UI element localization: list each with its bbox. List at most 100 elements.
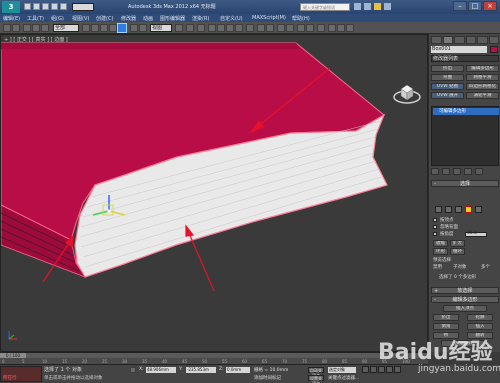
close-button[interactable]: × xyxy=(483,1,497,11)
modifier-quadify-button[interactable]: 四边形网格化 xyxy=(466,83,499,90)
preview-multi-radio[interactable]: 多个 xyxy=(481,264,490,270)
redo-icon[interactable] xyxy=(12,24,20,32)
percent-snap-icon[interactable] xyxy=(226,24,234,32)
graphite-toggle-icon[interactable] xyxy=(286,24,294,32)
menu-group[interactable]: 组(G) xyxy=(51,15,64,22)
grow-button[interactable]: 扩大 xyxy=(450,240,465,247)
render-production-icon[interactable] xyxy=(346,24,354,32)
hierarchy-tab-icon[interactable] xyxy=(454,36,465,44)
mirror-icon[interactable] xyxy=(257,24,265,32)
x-coordinate-field[interactable]: 48.906mm xyxy=(146,367,176,373)
goto-start-icon[interactable] xyxy=(362,366,369,373)
ring-button[interactable]: 环形 xyxy=(433,248,448,255)
object-name-field[interactable]: Box001 xyxy=(431,46,487,53)
reference-coordinate-dropdown[interactable]: 视图 xyxy=(150,24,172,32)
save-file-icon[interactable] xyxy=(42,3,49,10)
render-setup-icon[interactable] xyxy=(328,24,336,32)
auto-key-button[interactable]: 自动关键点 xyxy=(308,367,324,378)
by-angle-checkbox[interactable] xyxy=(433,232,437,236)
spinner-snap-icon[interactable] xyxy=(235,24,243,32)
perspective-viewport[interactable]: + ] [ 正交 ] [ 真实 ] [ 边面 ] xyxy=(0,34,428,352)
element-mode-icon[interactable] xyxy=(475,206,482,213)
stack-item-editable-poly[interactable]: 可编辑多边形 xyxy=(433,108,499,115)
previous-frame-icon[interactable] xyxy=(370,366,377,373)
ignore-backfacing-checkbox[interactable] xyxy=(433,225,437,229)
key-filters-button[interactable]: 关键点过滤器... xyxy=(328,375,359,381)
angle-snap-icon[interactable] xyxy=(217,24,225,32)
remove-modifier-icon[interactable] xyxy=(464,168,472,175)
insert-vertex-button[interactable]: 插入顶点 xyxy=(443,305,487,312)
preview-subobject-radio[interactable]: 子对象 xyxy=(453,264,467,270)
unlink-icon[interactable] xyxy=(32,24,40,32)
app-menu-button[interactable]: 3 xyxy=(2,1,20,13)
menu-create[interactable]: 创建(C) xyxy=(96,15,113,22)
open-file-icon[interactable] xyxy=(33,3,40,10)
rollout-soft-selection[interactable]: + 软选择 xyxy=(431,287,499,294)
inset-button[interactable]: 插入 xyxy=(467,323,493,330)
modify-tab-icon[interactable] xyxy=(442,36,453,44)
by-vertex-checkbox[interactable] xyxy=(433,218,437,222)
menu-graph-editors[interactable]: 图形编辑器 xyxy=(160,15,185,22)
modifier-uvw-map-button[interactable]: UVW 贴图 xyxy=(431,83,464,90)
utilities-tab-icon[interactable] xyxy=(488,36,499,44)
select-rotate-icon[interactable] xyxy=(130,24,138,32)
modifier-list-dropdown[interactable]: 修改器列表 xyxy=(431,55,499,62)
border-mode-icon[interactable] xyxy=(455,206,462,213)
lock-selection-icon[interactable] xyxy=(130,367,136,373)
material-editor-icon[interactable] xyxy=(317,24,325,32)
make-unique-icon[interactable] xyxy=(453,168,461,175)
rendered-frame-icon[interactable] xyxy=(337,24,345,32)
menu-animation[interactable]: 动画 xyxy=(143,15,153,22)
minimize-button[interactable]: – xyxy=(453,1,467,11)
modifier-stack[interactable]: 可编辑多边形 xyxy=(431,106,499,166)
maxscript-listener[interactable]: 所在行 xyxy=(0,366,42,382)
menu-maxscript[interactable]: MAXScript(M) xyxy=(252,15,286,21)
viewcube[interactable] xyxy=(393,79,421,105)
modifier-turbosmooth-button[interactable]: 涡轮平滑 xyxy=(466,92,499,99)
menu-help[interactable]: 帮助(H) xyxy=(292,15,310,22)
curve-editor-icon[interactable] xyxy=(297,24,305,32)
menu-customize[interactable]: 自定义(U) xyxy=(220,15,243,22)
maximize-button[interactable]: □ xyxy=(468,1,482,11)
menu-views[interactable]: 视图(V) xyxy=(72,15,89,22)
search-icon[interactable] xyxy=(354,3,361,10)
favorites-icon[interactable] xyxy=(374,3,381,10)
named-selection-icon[interactable] xyxy=(246,24,254,32)
vertex-mode-icon[interactable] xyxy=(435,206,442,213)
modifier-bend-button[interactable]: 弯曲 xyxy=(431,74,464,81)
loop-button[interactable]: 循环 xyxy=(450,248,465,255)
modifier-extrude-button[interactable]: 挤出 xyxy=(431,65,464,72)
window-crossing-icon[interactable] xyxy=(109,24,117,32)
help-search-input[interactable]: 键入关键字或短语 xyxy=(300,3,350,11)
redo-icon[interactable] xyxy=(60,3,67,10)
bevel-button[interactable]: 倒角 xyxy=(433,323,459,330)
track-bar[interactable]: 0 5 10 15 20 25 30 35 40 45 50 55 60 65 … xyxy=(0,358,428,365)
edge-mode-icon[interactable] xyxy=(445,206,452,213)
polygon-mode-icon[interactable] xyxy=(465,206,472,213)
subscription-icon[interactable] xyxy=(364,3,371,10)
object-color-swatch[interactable] xyxy=(490,46,498,53)
modifier-edit-poly-button[interactable]: 编辑多边形 xyxy=(466,65,499,72)
selection-filter-dropdown[interactable]: 全部 xyxy=(53,24,79,32)
motion-tab-icon[interactable] xyxy=(465,36,476,44)
layer-manager-icon[interactable] xyxy=(277,24,285,32)
link-icon[interactable] xyxy=(23,24,31,32)
extrude-button[interactable]: 挤出 xyxy=(433,314,459,321)
z-coordinate-field[interactable]: 0.0mm xyxy=(226,367,250,373)
show-end-result-icon[interactable] xyxy=(442,168,450,175)
bind-space-warp-icon[interactable] xyxy=(41,24,49,32)
select-move-icon[interactable] xyxy=(117,23,127,33)
rollout-selection[interactable]: - 选择 xyxy=(431,180,499,187)
create-tab-icon[interactable] xyxy=(431,36,442,44)
align-icon[interactable] xyxy=(266,24,274,32)
keyboard-shortcut-icon[interactable] xyxy=(197,24,205,32)
modifier-unwrap-uvw-button[interactable]: UVW 展开 xyxy=(431,92,464,99)
outline-button[interactable]: 轮廓 xyxy=(467,314,493,321)
display-tab-icon[interactable] xyxy=(477,36,488,44)
workspace-dropdown[interactable] xyxy=(72,3,94,11)
preview-off-radio[interactable]: 禁用 xyxy=(433,264,442,270)
snaps-toggle-icon[interactable] xyxy=(208,24,216,32)
undo-icon[interactable] xyxy=(51,3,58,10)
select-manipulate-icon[interactable] xyxy=(186,24,194,32)
pin-stack-icon[interactable] xyxy=(431,168,439,175)
